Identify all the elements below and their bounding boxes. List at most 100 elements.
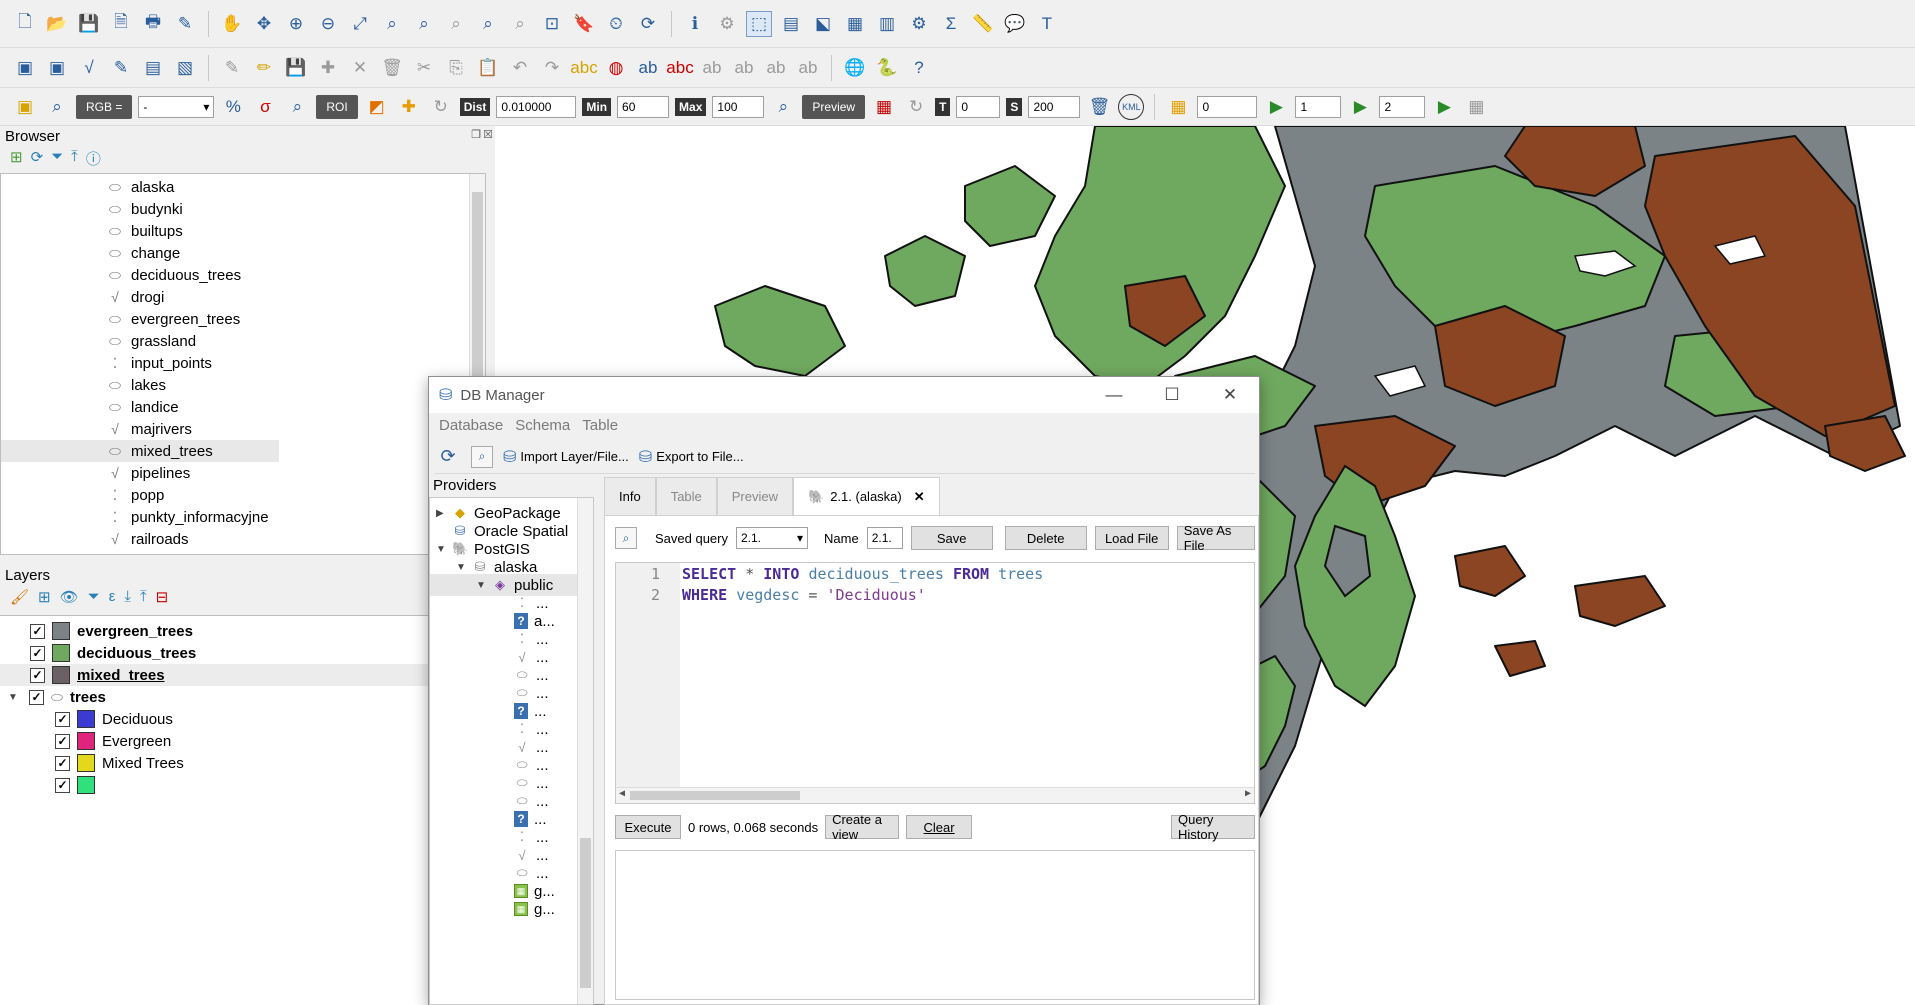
browser-item[interactable]: √ drogi <box>105 286 164 308</box>
save-as-file-button[interactable]: Save As File <box>1176 523 1255 553</box>
delete-selected-icon[interactable]: 🗑 <box>379 55 405 81</box>
scroll-right-icon[interactable]: ▶ <box>1245 788 1251 799</box>
zoom-roi-icon[interactable]: ⌕ <box>284 94 310 120</box>
menu-database[interactable]: Database <box>439 417 503 434</box>
load-file-button[interactable]: Load File <box>1094 526 1169 550</box>
scrollbar-thumb[interactable] <box>630 791 800 800</box>
new-bookmark-icon[interactable]: ⊡ <box>539 11 565 37</box>
s-input[interactable]: 200 <box>1028 95 1081 118</box>
layer-checkbox[interactable]: ✓ <box>30 667 45 683</box>
arrow-right-icon[interactable]: ▶ <box>1263 94 1289 120</box>
pin-labels-icon[interactable]: ab <box>635 55 661 81</box>
filter-expression-icon[interactable]: ε <box>109 588 116 606</box>
zoom-preview-icon[interactable]: ⌕ <box>770 94 796 120</box>
save-edits-icon[interactable]: 💾 <box>283 55 309 81</box>
select-value-icon[interactable]: ▤ <box>778 11 804 37</box>
pan-icon[interactable]: ✋ <box>219 11 245 37</box>
processing-toolbox-icon[interactable]: ⚙ <box>906 11 932 37</box>
category-checkbox[interactable]: ✓ <box>55 711 70 727</box>
redo-icon[interactable]: ↷ <box>539 55 565 81</box>
browser-item[interactable]: ⬭ landice <box>105 396 179 418</box>
copy-icon[interactable]: ⎘ <box>443 55 469 81</box>
zoom-in-icon[interactable]: ⊕ <box>283 11 309 37</box>
attribute-table-icon[interactable]: ▦ <box>842 11 868 37</box>
arrow-right-icon[interactable]: ▶ <box>1347 94 1373 120</box>
add-delimited-icon[interactable]: ✎ <box>108 55 134 81</box>
statistics-icon[interactable]: Σ <box>938 11 964 37</box>
create-view-button[interactable]: Create a view <box>825 812 900 842</box>
zoom-full-icon[interactable]: ⤢ <box>347 11 373 37</box>
sql-editor[interactable]: 1 2 SELECT * INTO deciduous_trees FROM t… <box>615 562 1255 804</box>
browser-item[interactable]: ⬭ grassland <box>105 330 196 352</box>
name-input[interactable]: 2.1. <box>866 527 903 549</box>
dist-input[interactable]: 0.010000 <box>496 95 577 118</box>
print-layout-icon[interactable]: 🖶 <box>140 11 166 37</box>
tab-preview[interactable]: Preview <box>716 477 794 515</box>
highlight-labels-icon[interactable]: abc <box>666 55 693 81</box>
browser-item[interactable]: ⬭ lakes <box>105 374 166 396</box>
category-row[interactable]: ✓ Deciduous <box>55 708 173 730</box>
close-icon[interactable]: ✕ <box>1201 377 1259 413</box>
tree-item-public[interactable]: ▼ ◈ public <box>430 574 593 596</box>
scp-zoom-input-icon[interactable]: ⌕ <box>44 94 70 120</box>
max-input[interactable]: 100 <box>712 95 765 118</box>
filter-icon[interactable]: ⏷ <box>88 588 100 606</box>
arrow-right-icon[interactable]: ▶ <box>1431 94 1457 120</box>
new-layer-icon[interactable]: ▣ <box>44 55 70 81</box>
move-label-icon[interactable]: ab <box>699 55 725 81</box>
add-selected-icon[interactable]: ⊞ <box>10 148 23 169</box>
refresh-icon[interactable]: ⟳ <box>435 444 461 470</box>
save-as-icon[interactable]: 🗎 <box>108 11 134 37</box>
browser-item[interactable]: ⁚ input_points <box>105 352 212 374</box>
sql-hscrollbar[interactable]: ◀ ▶ <box>616 787 1254 803</box>
zoom-last-icon[interactable]: ⌕ <box>475 11 501 37</box>
vertex-tool-icon[interactable]: ✕ <box>347 55 373 81</box>
category-row[interactable]: ✓ <box>55 774 102 796</box>
layer-row[interactable]: ✓ evergreen_trees <box>30 620 193 642</box>
export-file-button[interactable]: ⛁ Export to File... <box>639 447 744 467</box>
undo-icon[interactable]: ↶ <box>507 55 533 81</box>
spin-input-1[interactable]: 0 <box>1197 95 1258 118</box>
table-icon[interactable]: ▦ <box>1463 94 1489 120</box>
create-roi-icon[interactable]: ◩ <box>364 94 390 120</box>
label-toolbar-icon[interactable]: abc <box>570 55 597 81</box>
scrollbar-thumb[interactable] <box>580 838 591 988</box>
change-label-icon[interactable]: ab <box>763 55 789 81</box>
paste-icon[interactable]: 📋 <box>475 55 501 81</box>
refresh-icon[interactable]: ⟳ <box>31 148 44 169</box>
tab-query[interactable]: 🐘 2.1. (alaska) ✕ <box>793 477 940 515</box>
browser-item[interactable]: ⬭ deciduous_trees <box>105 264 241 286</box>
browser-item[interactable]: √ pipelines <box>105 462 190 484</box>
tab-table[interactable]: Table <box>655 477 717 515</box>
expand-all-icon[interactable]: ⤓ <box>124 588 131 606</box>
layer-checkbox[interactable]: ✓ <box>30 623 45 639</box>
category-checkbox[interactable]: ✓ <box>55 755 70 771</box>
t-input[interactable]: 0 <box>956 95 1001 118</box>
results-table[interactable] <box>615 850 1255 1000</box>
spin-input-3[interactable]: 2 <box>1379 95 1426 118</box>
data-source-manager-icon[interactable]: ▣ <box>12 55 38 81</box>
rgb-combo[interactable]: - ▾ <box>138 95 215 118</box>
zoom-native-icon[interactable]: ⌕ <box>443 11 469 37</box>
delete-button[interactable]: Delete <box>1004 526 1087 550</box>
field-calculator-icon[interactable]: ▥ <box>874 11 900 37</box>
collapse-arrow-icon[interactable]: ▼ <box>8 692 18 703</box>
pan-to-selection-icon[interactable]: ✥ <box>251 11 277 37</box>
table-item[interactable]: ▦ g... <box>514 898 555 920</box>
clear-button[interactable]: Clear <box>906 815 973 839</box>
local-cumulative-stretch-icon[interactable]: % <box>220 94 246 120</box>
category-checkbox[interactable]: ✓ <box>55 777 70 793</box>
import-layer-button[interactable]: ⛁ Import Layer/File... <box>503 447 629 467</box>
close-tab-icon[interactable]: ✕ <box>914 489 925 505</box>
category-row[interactable]: ✓ Evergreen <box>55 730 171 752</box>
add-database-icon[interactable]: ▤ <box>140 55 166 81</box>
refresh-icon[interactable]: ⟳ <box>635 11 661 37</box>
float-icon[interactable]: ❐ <box>471 128 481 141</box>
zoom-selection-icon[interactable]: ⌕ <box>379 11 405 37</box>
local-std-stretch-icon[interactable]: σ <box>252 94 278 120</box>
current-edits-icon[interactable]: ✎ <box>219 55 245 81</box>
create-point-icon[interactable]: ✚ <box>396 94 422 120</box>
add-feature-icon[interactable]: ✚ <box>315 55 341 81</box>
style-manager-icon[interactable]: ✎ <box>172 11 198 37</box>
remove-temp-files-icon[interactable]: 🗑 <box>1086 94 1112 120</box>
